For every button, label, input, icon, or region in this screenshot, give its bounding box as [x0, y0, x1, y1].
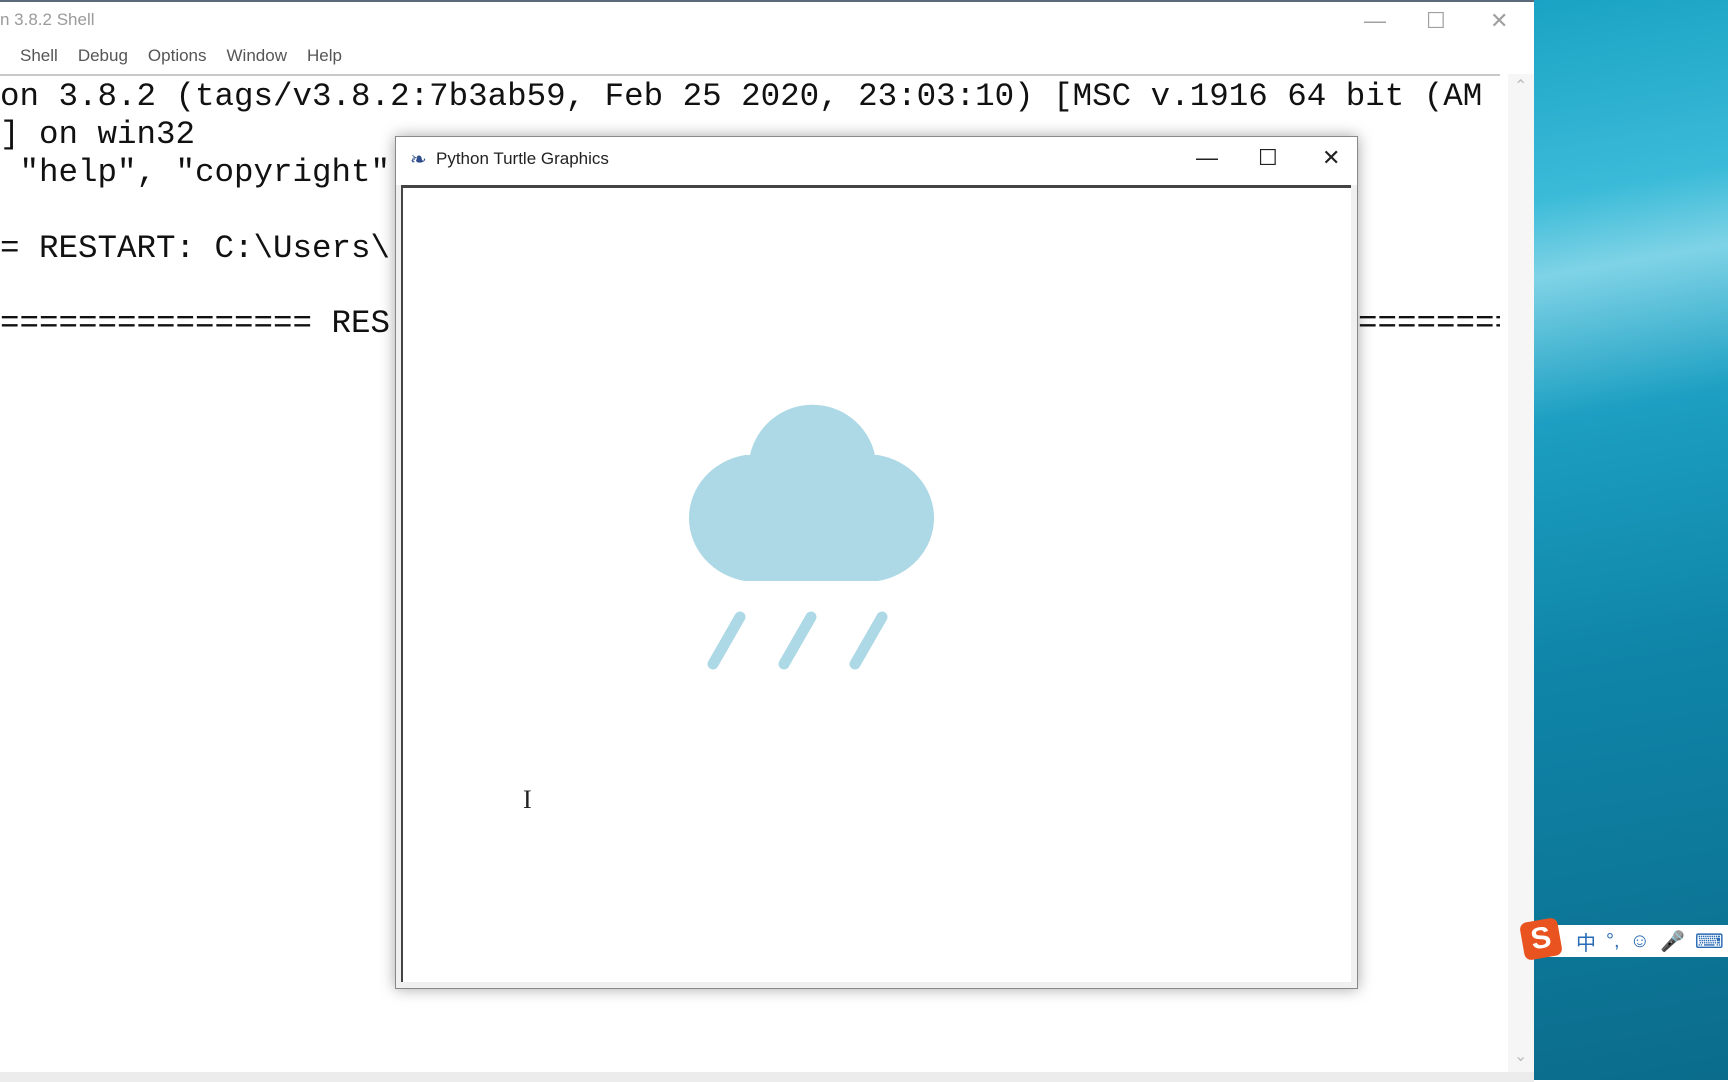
raindrop [707, 611, 746, 670]
text-cursor-icon: I [523, 785, 532, 814]
raindrop [849, 611, 888, 670]
rain-cloud-drawing [688, 404, 935, 670]
cloud-shape [688, 404, 935, 581]
raindrop [778, 611, 817, 670]
